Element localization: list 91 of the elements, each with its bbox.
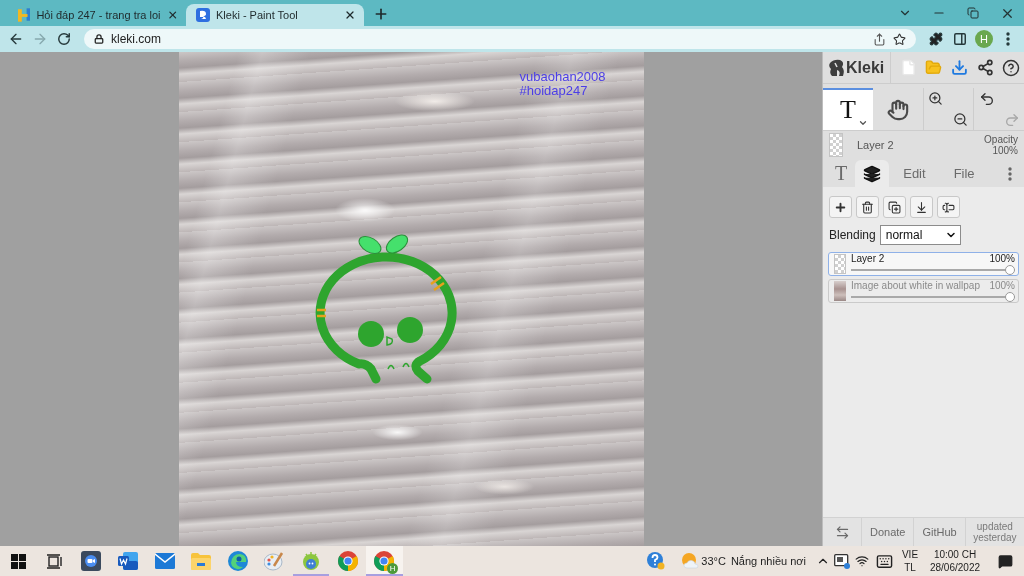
layer-opacity: 100% — [989, 253, 1015, 265]
panel-tab[interactable]: File — [939, 160, 989, 187]
share-icon — [976, 59, 994, 76]
notification-icon — [997, 553, 1013, 569]
opacity-label: Opacity — [984, 134, 1018, 145]
canvas-text: vubaohan2008 — [519, 70, 606, 84]
merge-down-icon — [915, 200, 928, 214]
layer-name: Layer 2 — [857, 139, 894, 151]
video-camera-icon — [81, 551, 102, 571]
clock-button[interactable]: 10:00 CH 28/06/2022 — [924, 548, 986, 574]
layer-name: Image about white in wallpap — [851, 280, 980, 292]
help-icon — [647, 552, 666, 570]
layer-opacity: 100% — [989, 280, 1015, 292]
zoom-out-icon — [953, 112, 969, 127]
panel-tab[interactable]: T — [827, 160, 856, 187]
photo-thumbnail — [834, 281, 846, 301]
keyboard-icon — [875, 552, 893, 570]
canvas-text: #hoidap247 — [519, 84, 588, 98]
reload-icon — [57, 32, 71, 46]
duplicate-layer-button[interactable] — [883, 196, 906, 218]
delete-layer-button[interactable] — [856, 196, 879, 218]
slider-thumb[interactable] — [1005, 265, 1015, 275]
layers-icon — [863, 164, 882, 183]
mail-icon — [154, 553, 175, 569]
round-browser-icon — [337, 551, 358, 571]
blank-page-icon — [899, 59, 917, 76]
close-icon[interactable] — [344, 9, 356, 21]
profile-badge: H — [387, 563, 399, 574]
plus-icon — [373, 6, 389, 22]
trash-icon — [861, 200, 874, 214]
temperature-text: 33°C — [701, 555, 726, 567]
close-icon[interactable] — [166, 9, 178, 21]
bookmark-star-icon[interactable] — [893, 32, 906, 46]
layer-thumbnail — [829, 133, 843, 157]
folder-icon — [925, 59, 943, 76]
taskbar-app-button[interactable]: H — [365, 546, 403, 576]
undo-icon — [978, 90, 995, 107]
slider-thumb[interactable] — [1005, 292, 1015, 302]
smiley-app-icon — [301, 551, 322, 571]
opacity-slider[interactable] — [851, 265, 1015, 275]
address-bar[interactable]: kleki.com — [84, 29, 916, 49]
more-icon — [1008, 166, 1012, 181]
layer-item[interactable]: Layer 2 100% — [828, 252, 1019, 276]
share-icon[interactable] — [873, 32, 886, 46]
add-layer-button[interactable] — [829, 196, 852, 218]
weather-text: Nắng nhiều nơi — [730, 555, 806, 567]
panel-tab[interactable]: Edit — [889, 160, 940, 187]
sun-cloud-icon — [681, 552, 700, 570]
forward-icon — [32, 31, 48, 47]
blending-label: Blending — [829, 228, 876, 242]
hand-icon — [886, 99, 909, 121]
document-icon — [118, 552, 139, 570]
duplicate-icon — [888, 200, 901, 214]
input-language-button[interactable]: VIE TL — [896, 548, 924, 574]
layer-name: Layer 2 — [851, 253, 885, 265]
zoom-in-icon — [928, 91, 944, 106]
logo-icon — [828, 58, 845, 77]
browser-tab[interactable]: Kleki - Paint Tool — [186, 4, 364, 26]
help-icon — [1002, 58, 1021, 77]
wifi-icon — [855, 554, 869, 568]
restore-icon — [967, 7, 979, 19]
merge-layer-button[interactable] — [910, 196, 933, 218]
logo-icon — [196, 8, 210, 22]
round-browser-icon — [374, 551, 395, 571]
swap-arrows-icon — [834, 524, 850, 540]
layer-thumbnail — [834, 254, 846, 274]
task-view-icon — [46, 553, 63, 569]
rename-icon — [942, 200, 955, 214]
redo-icon — [1003, 111, 1020, 128]
four-squares-icon — [10, 553, 26, 569]
puzzle-icon — [929, 32, 943, 46]
side-panel-icon — [953, 32, 967, 46]
rename-layer-button[interactable] — [937, 196, 960, 218]
logo-icon — [18, 8, 31, 22]
text-tool-button[interactable]: T — [823, 88, 873, 130]
palette-icon — [264, 551, 285, 571]
plus-icon — [834, 200, 847, 214]
opacity-slider[interactable] — [851, 292, 1015, 302]
lock-icon — [94, 34, 104, 44]
monitor-icon — [834, 553, 850, 569]
download-icon — [951, 59, 969, 76]
opacity-value: 100% — [992, 145, 1018, 156]
back-icon — [8, 31, 24, 47]
swirl-circle-icon — [227, 551, 248, 571]
browser-tab[interactable]: Hỏi đáp 247 - trang tra loi — [8, 4, 186, 26]
app-name: Kleki — [846, 58, 885, 77]
folder-icon — [191, 552, 212, 570]
caret-icon — [857, 118, 868, 128]
blending-select[interactable]: normal — [879, 225, 961, 245]
panel-tab[interactable] — [855, 160, 890, 187]
menu-icon — [1006, 32, 1010, 46]
